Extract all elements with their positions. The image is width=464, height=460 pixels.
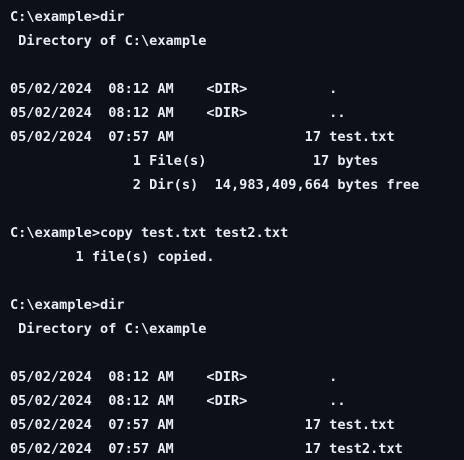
file-entry: 05/02/2024 07:57 AM 17 test2.txt: [10, 441, 403, 457]
terminal-output[interactable]: C:\example>dir Directory of C:\example 0…: [0, 0, 464, 460]
dir-entry: 05/02/2024 08:12 AM <DIR> ..: [10, 393, 346, 409]
file-summary: 1 File(s) 17 bytes: [10, 153, 379, 169]
file-entry: 05/02/2024 07:57 AM 17 test.txt: [10, 129, 395, 145]
file-entry: 05/02/2024 07:57 AM 17 test.txt: [10, 417, 395, 433]
dir-entry: 05/02/2024 08:12 AM <DIR> .: [10, 81, 338, 97]
prompt-line: C:\example>copy test.txt test2.txt: [10, 225, 289, 241]
dir-entry: 05/02/2024 08:12 AM <DIR> ..: [10, 105, 346, 121]
directory-header: Directory of C:\example: [10, 33, 207, 49]
dir-entry: 05/02/2024 08:12 AM <DIR> .: [10, 369, 338, 385]
copy-result: 1 file(s) copied.: [10, 249, 215, 265]
directory-header: Directory of C:\example: [10, 321, 207, 337]
prompt-line: C:\example>dir: [10, 297, 125, 313]
prompt-line: C:\example>dir: [10, 9, 125, 25]
dir-summary: 2 Dir(s) 14,983,409,664 bytes free: [10, 177, 420, 193]
